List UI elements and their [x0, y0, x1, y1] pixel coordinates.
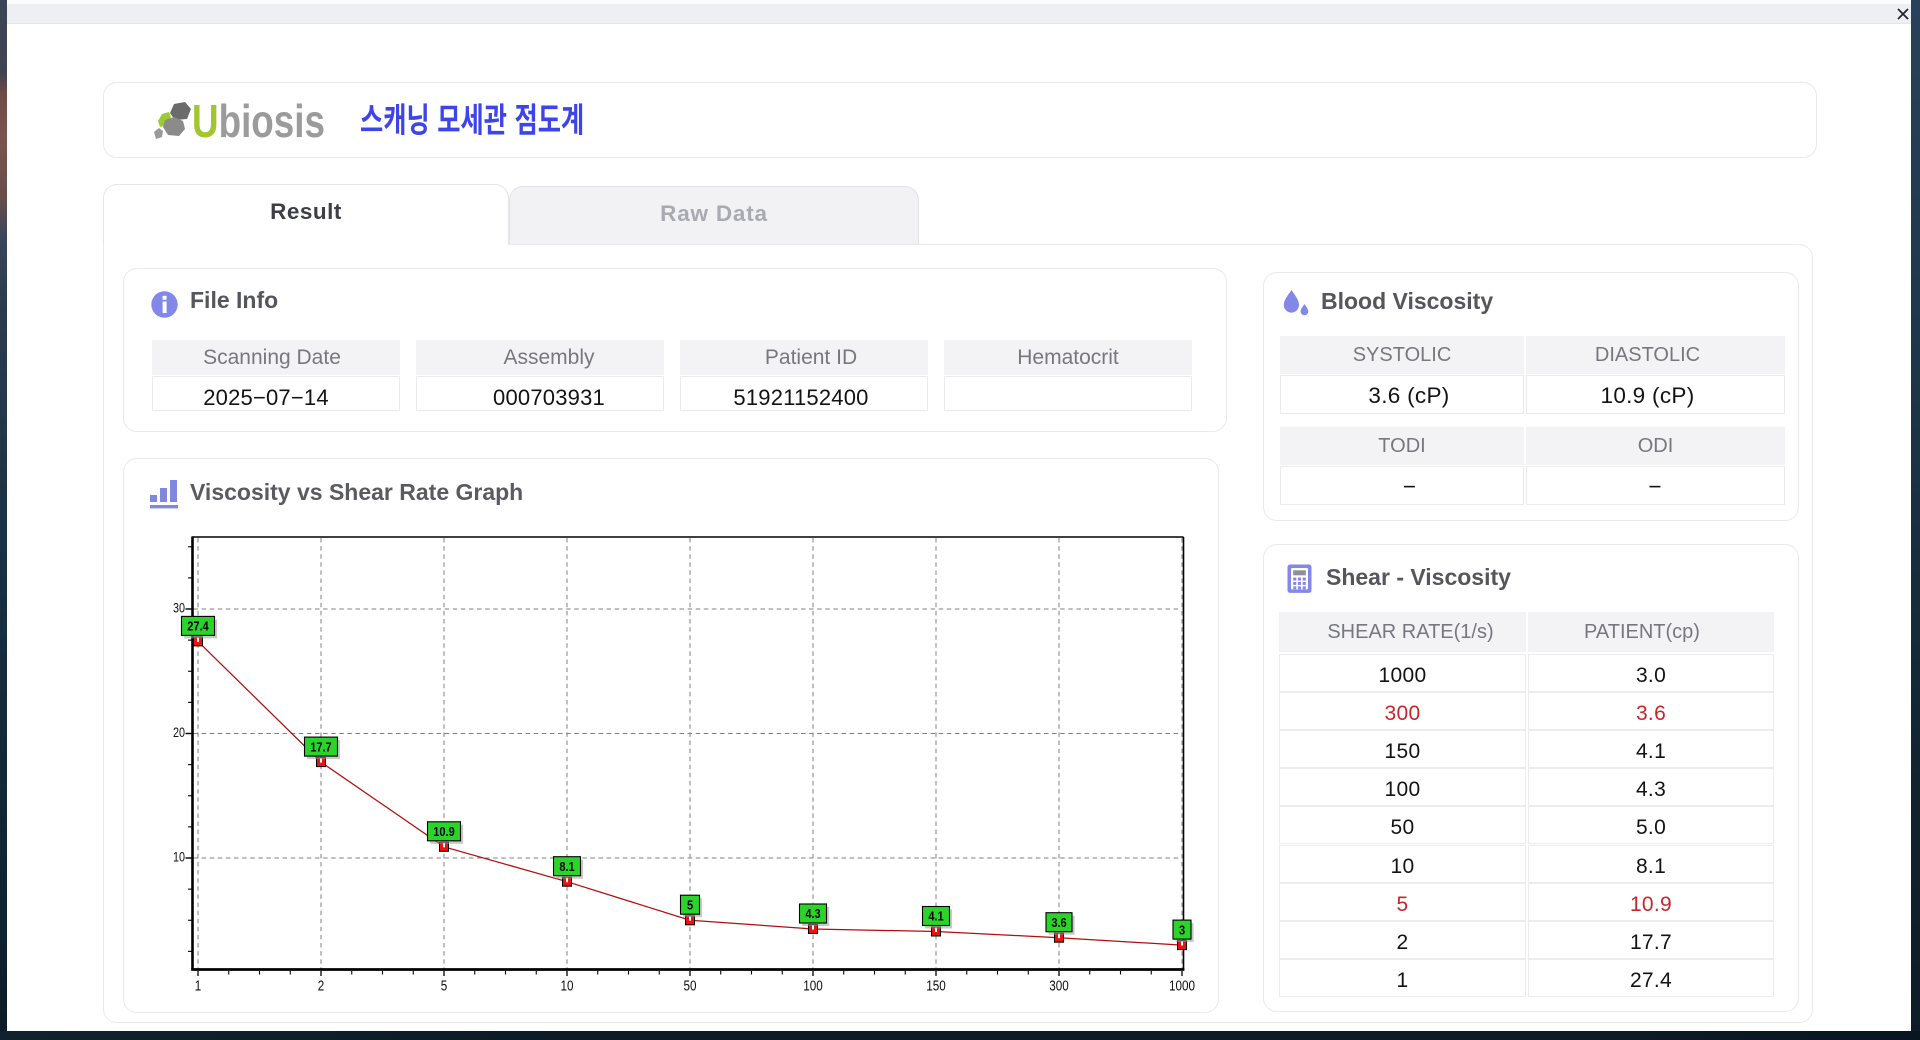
svg-text:3.6: 3.6	[1051, 915, 1067, 930]
svg-text:5: 5	[687, 898, 693, 913]
svg-text:50: 50	[683, 977, 696, 994]
svg-text:20: 20	[173, 725, 185, 740]
svg-text:100: 100	[803, 977, 823, 994]
svg-text:4.1: 4.1	[928, 909, 944, 924]
svg-text:27.4: 27.4	[187, 619, 209, 634]
svg-text:5: 5	[441, 977, 448, 994]
svg-text:10: 10	[560, 977, 573, 994]
svg-text:300: 300	[1049, 977, 1069, 994]
svg-text:1000: 1000	[1169, 977, 1195, 994]
svg-text:10: 10	[173, 849, 185, 864]
svg-text:17.7: 17.7	[310, 739, 332, 754]
svg-text:4.3: 4.3	[805, 906, 821, 921]
svg-text:30: 30	[173, 600, 185, 615]
svg-text:1: 1	[195, 977, 202, 994]
svg-text:10.9: 10.9	[433, 824, 455, 839]
svg-text:8.1: 8.1	[559, 859, 575, 874]
svg-text:3: 3	[1179, 923, 1185, 938]
svg-text:2: 2	[318, 977, 325, 994]
svg-text:150: 150	[926, 977, 946, 994]
